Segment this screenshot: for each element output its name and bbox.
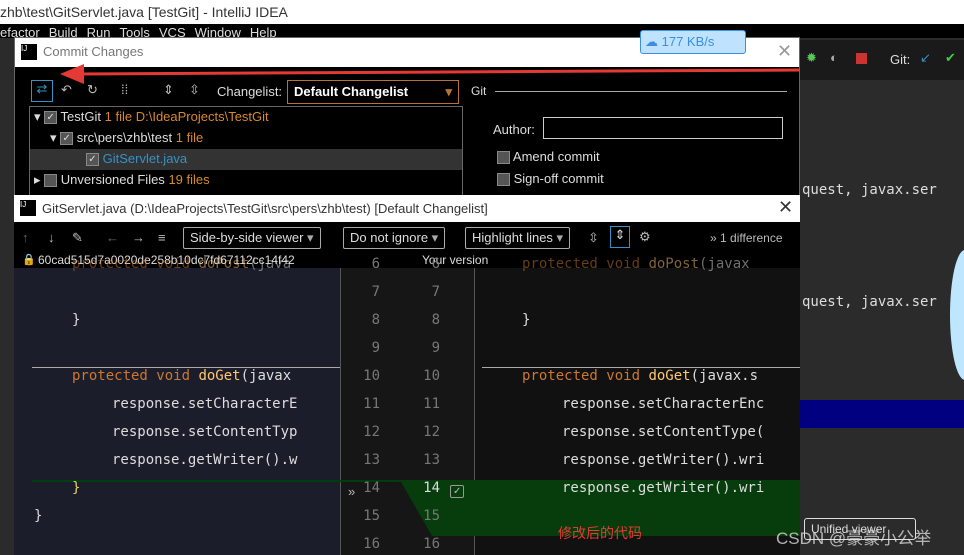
background-code: quest, javax.ser xyxy=(802,182,937,198)
arrow-shaft xyxy=(77,68,801,76)
annotation-arrow xyxy=(60,64,801,84)
arrow-head xyxy=(60,64,84,84)
background-code: quest, javax.ser xyxy=(802,294,937,310)
